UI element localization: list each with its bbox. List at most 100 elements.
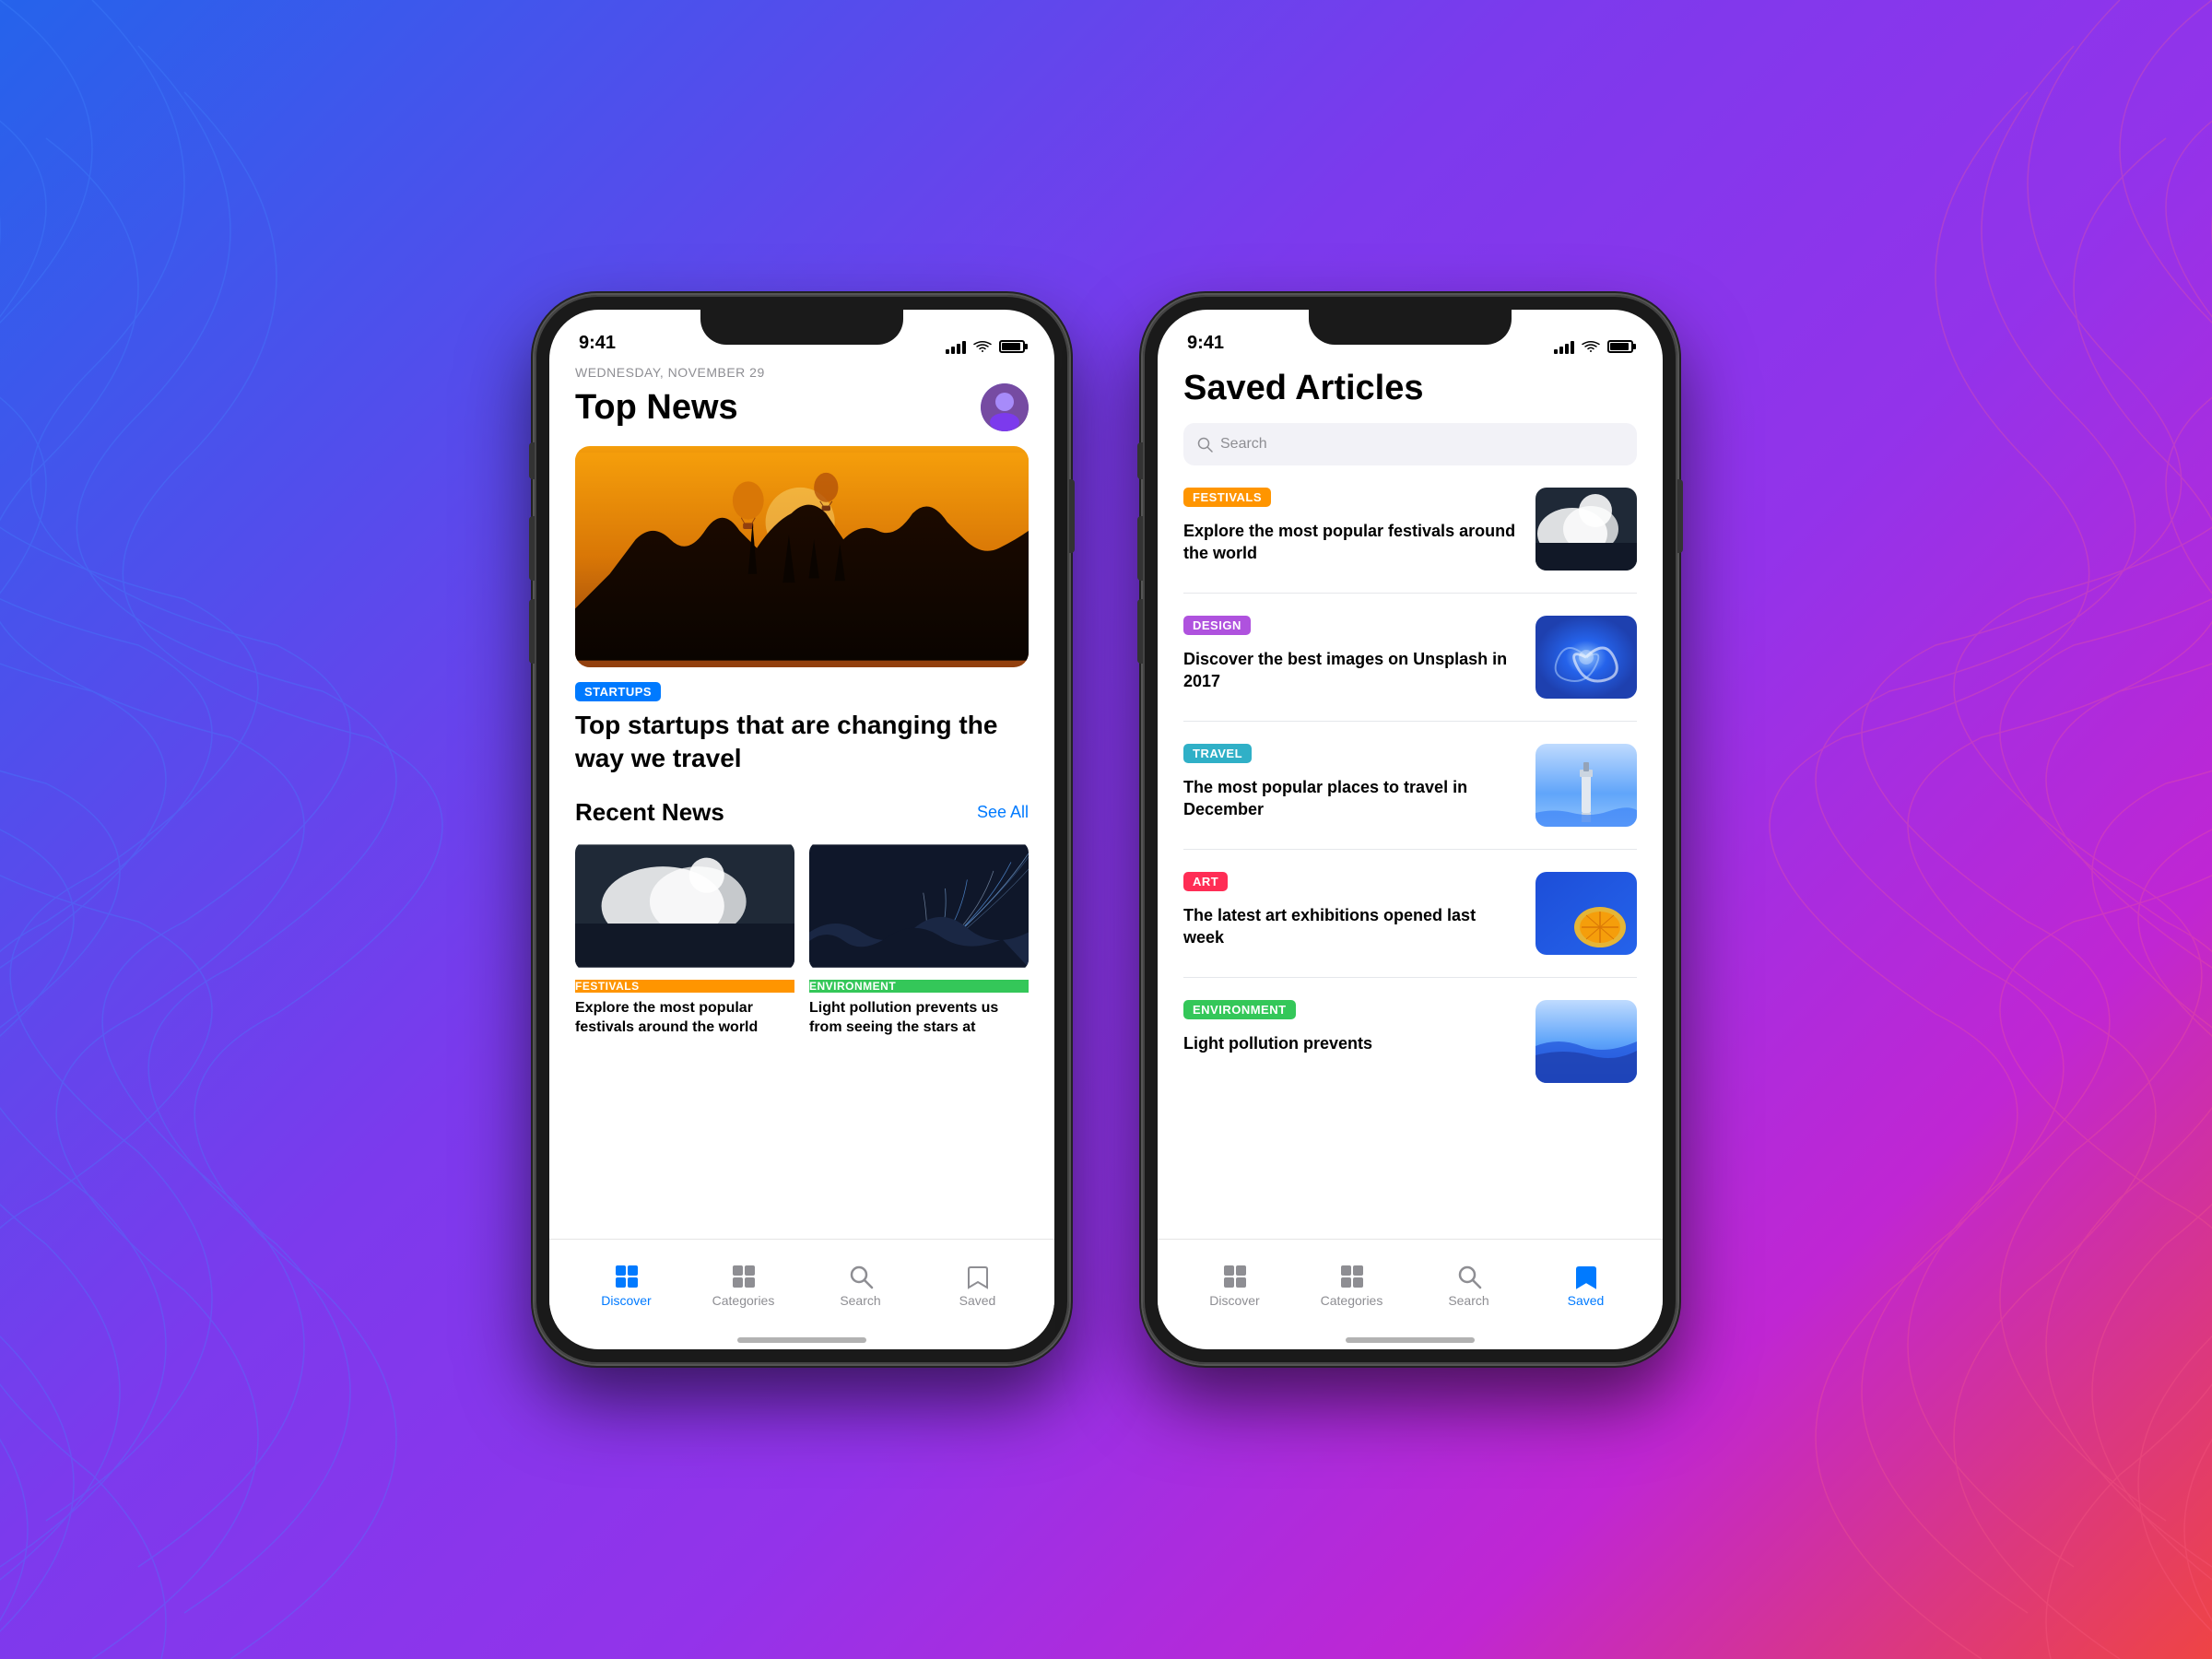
article-info-4: ENVIRONMENT Light pollution prevents xyxy=(1183,1000,1521,1054)
tab-discover-2[interactable]: Discover xyxy=(1198,1264,1272,1308)
power-button xyxy=(1069,479,1075,553)
notch-2 xyxy=(1309,310,1512,345)
article-info-1: DESIGN Discover the best images on Unspl… xyxy=(1183,616,1521,693)
volume-up-button xyxy=(529,516,535,581)
silent-button-2 xyxy=(1137,442,1143,479)
notch-1 xyxy=(700,310,903,345)
phone-1-title: Top News xyxy=(575,388,738,428)
tab-saved-label-1: Saved xyxy=(959,1293,996,1308)
hero-article-title[interactable]: Top startups that are changing the way w… xyxy=(575,709,1029,776)
tab-search-2[interactable]: Search xyxy=(1432,1264,1506,1308)
article-cat-4: ENVIRONMENT xyxy=(1183,1000,1296,1019)
hero-category: STARTUPS xyxy=(575,682,1029,709)
tab-saved-2[interactable]: Saved xyxy=(1549,1264,1623,1308)
tab-saved-label-2: Saved xyxy=(1568,1293,1605,1308)
phone-1-date: WEDNESDAY, NOVEMBER 29 xyxy=(575,365,1029,380)
article-cat-3: ART xyxy=(1183,872,1228,891)
news-card-cat-1: FESTIVALS xyxy=(575,980,794,993)
phone-1-header: WEDNESDAY, NOVEMBER 29 Top News xyxy=(575,361,1029,446)
hero-image[interactable] xyxy=(575,446,1029,667)
tab-bar-1: Discover Categories xyxy=(549,1239,1054,1331)
article-cat-0: FESTIVALS xyxy=(1183,488,1271,507)
search-bar-icon xyxy=(1196,436,1213,453)
phone-2-screen: 9:41 xyxy=(1158,310,1663,1349)
news-card-title-1: Explore the most popular festivals aroun… xyxy=(575,998,794,1038)
article-title-3: The latest art exhibitions opened last w… xyxy=(1183,904,1521,949)
article-item-4[interactable]: ENVIRONMENT Light pollution prevents xyxy=(1183,1000,1637,1083)
battery-icon-1 xyxy=(999,340,1025,353)
silent-button xyxy=(529,442,535,479)
article-cat-1: DESIGN xyxy=(1183,616,1251,635)
recent-news-title: Recent News xyxy=(575,798,724,827)
tab-categories-label-1: Categories xyxy=(712,1293,775,1308)
news-card-2[interactable]: ENVIRONMENT Light pollution prevents us … xyxy=(809,841,1029,1038)
tab-discover-label-1: Discover xyxy=(601,1293,651,1308)
article-image-3 xyxy=(1535,872,1637,955)
news-card-image-2 xyxy=(809,841,1029,971)
home-indicator-1 xyxy=(549,1331,1054,1349)
status-time-2: 9:41 xyxy=(1187,333,1224,354)
volume-up-button-2 xyxy=(1137,516,1143,581)
article-item-3[interactable]: ART The latest art exhibitions opened la… xyxy=(1183,872,1637,955)
power-button-2 xyxy=(1677,479,1683,553)
signal-icon-1 xyxy=(946,339,966,354)
status-icons-2 xyxy=(1554,339,1633,354)
phone-2-content: Saved Articles Search FESTIVALS Ex xyxy=(1158,361,1663,1349)
news-card-cat-2: ENVIRONMENT xyxy=(809,980,1029,993)
tab-discover-1[interactable]: Discover xyxy=(590,1264,664,1308)
article-info-3: ART The latest art exhibitions opened la… xyxy=(1183,872,1521,949)
news-card-image-1 xyxy=(575,841,794,971)
tab-categories-1[interactable]: Categories xyxy=(707,1264,781,1308)
phone-2: 9:41 xyxy=(1143,295,1677,1364)
tab-search-1[interactable]: Search xyxy=(824,1264,898,1308)
article-image-0 xyxy=(1535,488,1637,571)
tab-categories-2[interactable]: Categories xyxy=(1315,1264,1389,1308)
news-card-1[interactable]: FESTIVALS Explore the most popular festi… xyxy=(575,841,794,1038)
article-item-1[interactable]: DESIGN Discover the best images on Unspl… xyxy=(1183,616,1637,699)
tab-saved-1[interactable]: Saved xyxy=(941,1264,1015,1308)
article-image-1 xyxy=(1535,616,1637,699)
article-title-2: The most popular places to travel in Dec… xyxy=(1183,776,1521,821)
tab-bar-2: Discover Categories xyxy=(1158,1239,1663,1331)
status-icons-1 xyxy=(946,339,1025,354)
wifi-icon-2 xyxy=(1582,340,1600,353)
divider-1 xyxy=(1183,721,1637,722)
recent-news-grid: FESTIVALS Explore the most popular festi… xyxy=(575,841,1029,1038)
user-avatar-1[interactable] xyxy=(981,383,1029,431)
article-image-4 xyxy=(1535,1000,1637,1083)
divider-2 xyxy=(1183,849,1637,850)
tab-discover-label-2: Discover xyxy=(1209,1293,1259,1308)
see-all-button[interactable]: See All xyxy=(977,803,1029,822)
article-title-4: Light pollution prevents xyxy=(1183,1032,1521,1054)
article-item-0[interactable]: FESTIVALS Explore the most popular festi… xyxy=(1183,488,1637,571)
search-placeholder-text: Search xyxy=(1220,436,1267,453)
volume-down-button xyxy=(529,599,535,664)
battery-icon-2 xyxy=(1607,340,1633,353)
phone-1-content: WEDNESDAY, NOVEMBER 29 Top News xyxy=(549,361,1054,1349)
article-info-2: TRAVEL The most popular places to travel… xyxy=(1183,744,1521,821)
phone-1-screen: 9:41 xyxy=(549,310,1054,1349)
phone-2-scroll: Saved Articles Search FESTIVALS Ex xyxy=(1158,361,1663,1239)
phone-1-title-row: Top News xyxy=(575,383,1029,431)
wifi-icon-1 xyxy=(973,340,992,353)
divider-0 xyxy=(1183,593,1637,594)
signal-icon-2 xyxy=(1554,339,1574,354)
divider-3 xyxy=(1183,977,1637,978)
article-info-0: FESTIVALS Explore the most popular festi… xyxy=(1183,488,1521,565)
recent-news-header: Recent News See All xyxy=(575,798,1029,827)
article-cat-2: TRAVEL xyxy=(1183,744,1252,763)
status-time-1: 9:41 xyxy=(579,333,616,354)
hero-category-tag: STARTUPS xyxy=(575,682,661,701)
article-item-2[interactable]: TRAVEL The most popular places to travel… xyxy=(1183,744,1637,827)
search-bar[interactable]: Search xyxy=(1183,423,1637,465)
phone-1-scroll: WEDNESDAY, NOVEMBER 29 Top News xyxy=(549,361,1054,1239)
phone-2-title: Saved Articles xyxy=(1183,361,1637,423)
news-card-title-2: Light pollution prevents us from seeing … xyxy=(809,998,1029,1038)
volume-down-button-2 xyxy=(1137,599,1143,664)
phone-1: 9:41 xyxy=(535,295,1069,1364)
article-image-2 xyxy=(1535,744,1637,827)
phones-container: 9:41 xyxy=(535,295,1677,1364)
tab-categories-label-2: Categories xyxy=(1321,1293,1383,1308)
tab-search-label-2: Search xyxy=(1448,1293,1488,1308)
article-title-0: Explore the most popular festivals aroun… xyxy=(1183,520,1521,565)
